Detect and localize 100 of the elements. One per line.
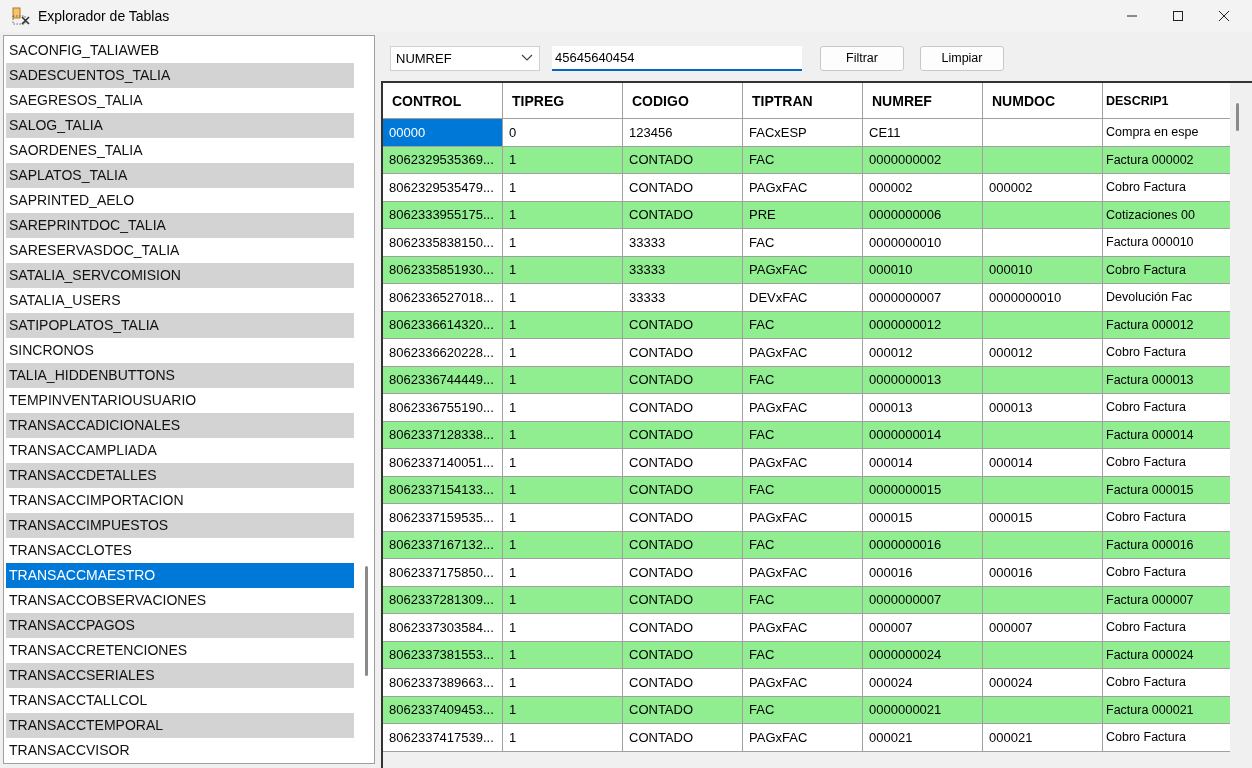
table-cell: CONTADO — [623, 504, 743, 532]
table-cell: CONTADO — [623, 669, 743, 697]
column-header[interactable]: NUMDOC — [983, 83, 1103, 119]
table-cell: 1 — [503, 174, 623, 202]
table-cell: DEVxFAC — [743, 284, 863, 312]
filter-value-field[interactable]: 45645640454 — [552, 45, 802, 71]
table-list-item[interactable]: SATIPOPLATOS_TALIA — [6, 313, 354, 338]
table-cell: 8062335838150... — [383, 229, 503, 257]
table-cell: 0000000007 — [863, 284, 983, 312]
table-list-item[interactable]: SINCRONOS — [6, 338, 354, 363]
table-cell: 0000000010 — [863, 229, 983, 257]
table-list-item[interactable]: SAPRINTED_AELO — [6, 188, 354, 213]
table-cell: 0000000010 — [983, 284, 1103, 312]
table-list-item[interactable]: TRANSACCSERIALES — [6, 663, 354, 688]
table-cell: CONTADO — [623, 174, 743, 202]
table-cell: 1 — [503, 724, 623, 752]
table-cell: 1 — [503, 614, 623, 642]
scrollbar-thumb[interactable] — [365, 566, 368, 676]
table-cell: PAGxFAC — [743, 339, 863, 367]
table-cell: 000012 — [983, 339, 1103, 367]
table-cell: 000015 — [983, 504, 1103, 532]
column-dropdown[interactable]: NUMREF — [390, 45, 540, 71]
table-cell: 000007 — [863, 614, 983, 642]
table-cell: 1 — [503, 284, 623, 312]
table-cell: 33333 — [623, 229, 743, 257]
table-cell: CONTADO — [623, 449, 743, 477]
table-list-item[interactable]: TRANSACCTALLCOL — [6, 688, 354, 713]
table-list-item[interactable]: SARESERVASDOC_TALIA — [6, 238, 354, 263]
table-cell: 1 — [503, 229, 623, 257]
table-list-item[interactable]: TRANSACCMAESTRO — [6, 563, 354, 588]
table-cell: 1 — [503, 559, 623, 587]
table-cell: 000024 — [983, 669, 1103, 697]
table-list-item[interactable]: SAREPRINTDOC_TALIA — [6, 213, 354, 238]
scrollbar-thumb[interactable] — [1236, 103, 1239, 131]
table-list-item[interactable]: TRANSACCRETENCIONES — [6, 638, 354, 663]
table-list-item[interactable]: TRANSACCIMPORTACION — [6, 488, 354, 513]
table-cell: PAGxFAC — [743, 724, 863, 752]
table-list-item[interactable]: TRANSACCPAGOS — [6, 613, 354, 638]
table-cell: 000013 — [863, 394, 983, 422]
table-cell: PAGxFAC — [743, 449, 863, 477]
table-list-item[interactable]: SAPLATOS_TALIA — [6, 163, 354, 188]
table-cell: CE11 — [863, 119, 983, 147]
table-list-item[interactable]: SATALIA_SERVCOMISION — [6, 263, 354, 288]
table-list-item[interactable]: TRANSACCLOTES — [6, 538, 354, 563]
table-cell: 000021 — [863, 724, 983, 752]
table-cell: 1 — [503, 504, 623, 532]
table-cell: CONTADO — [623, 559, 743, 587]
table-cell: 000013 — [983, 394, 1103, 422]
column-header[interactable]: TIPTRAN — [743, 83, 863, 119]
table-cell: 000002 — [863, 174, 983, 202]
table-list-item[interactable]: TALIA_HIDDENBUTTONS — [6, 363, 354, 388]
table-cell: 123456 — [623, 119, 743, 147]
column-header[interactable]: CONTROL — [383, 83, 503, 119]
table-cell: 000002 — [983, 174, 1103, 202]
table-cell: 000024 — [863, 669, 983, 697]
table-list-item[interactable]: SATALIA_USERS — [6, 288, 354, 313]
table-cell: 8062336527018... — [383, 284, 503, 312]
table-cell: CONTADO — [623, 724, 743, 752]
table-list-item[interactable]: TRANSACCAMPLIADA — [6, 438, 354, 463]
table-cell: 1 — [503, 449, 623, 477]
table-cell: 000014 — [983, 449, 1103, 477]
table-list-item[interactable]: SADESCUENTOS_TALIA — [6, 63, 354, 88]
clear-button[interactable]: Limpiar — [920, 45, 1004, 71]
table-cell: PAGxFAC — [743, 559, 863, 587]
table-list-item[interactable]: TEMPINVENTARIOUSUARIO — [6, 388, 354, 413]
table-cell: 000014 — [863, 449, 983, 477]
table-cell: 000012 — [863, 339, 983, 367]
table-cell: PAGxFAC — [743, 614, 863, 642]
column-header[interactable]: TIPREG — [503, 83, 623, 119]
close-icon[interactable] — [1218, 10, 1230, 22]
table-cell: 8062337417539... — [383, 724, 503, 752]
maximize-icon[interactable] — [1172, 10, 1184, 22]
table-cell: CONTADO — [623, 614, 743, 642]
table-list-item[interactable]: TRANSACCOBSERVACIONES — [6, 588, 354, 613]
table-list-item[interactable]: SALOG_TALIA — [6, 113, 354, 138]
column-header[interactable]: NUMREF — [863, 83, 983, 119]
table-cell: 8062329535479... — [383, 174, 503, 202]
table-list-item[interactable]: TRANSACCVISOR — [6, 738, 354, 763]
table-cell: 8062337159535... — [383, 504, 503, 532]
table-cell: 8062337140051... — [383, 449, 503, 477]
column-header[interactable]: CODIGO — [623, 83, 743, 119]
table-list-item[interactable]: TRANSACCADICIONALES — [6, 413, 354, 438]
table-cell: 8062337175850... — [383, 559, 503, 587]
table-cell: 000015 — [863, 504, 983, 532]
table-list-item[interactable]: TRANSACCIMPUESTOS — [6, 513, 354, 538]
table-cell: PAGxFAC — [743, 174, 863, 202]
table-cell: PAGxFAC — [743, 669, 863, 697]
table-list-item[interactable]: SACONFIG_TALIAWEB — [6, 38, 354, 63]
table-list-item[interactable]: TRANSACCTEMPORAL — [6, 713, 354, 738]
table-cell: 000007 — [983, 614, 1103, 642]
table-list-item[interactable]: TRANSACCDETALLES — [6, 463, 354, 488]
table-cell: 8062336755190... — [383, 394, 503, 422]
table-cell: 0 — [503, 119, 623, 147]
table-list-item[interactable]: SAORDENES_TALIA — [6, 138, 354, 163]
table-cell: CONTADO — [623, 394, 743, 422]
table-cell: 8062337389663... — [383, 669, 503, 697]
table-cell: 00000 — [383, 119, 503, 147]
table-cell: FAC — [743, 229, 863, 257]
table-list-item[interactable]: SAEGRESOS_TALIA — [6, 88, 354, 113]
filter-button[interactable]: Filtrar — [820, 45, 904, 71]
